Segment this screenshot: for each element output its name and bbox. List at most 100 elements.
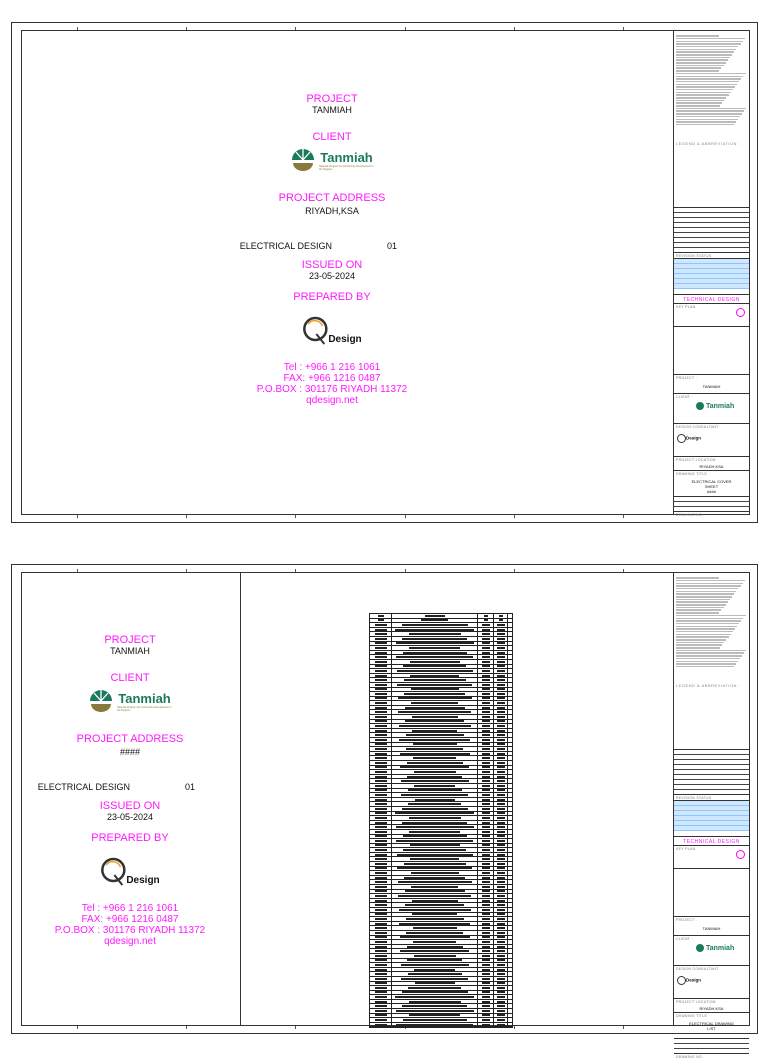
grid-tick [623,1026,624,1029]
note-line [676,115,740,118]
note-line [676,582,743,585]
tb-drawing-title: ELECTRICAL COVER SHEET [691,479,732,489]
contact-pobox: P.O.BOX : 301176 RIYADH 11372 [256,384,408,395]
note-line [676,614,746,617]
note-line [676,585,741,587]
tb-consultant-logo: Design [677,976,701,985]
note-line [676,110,745,112]
grid-tick [405,569,406,572]
project-address: RIYADH,KSA [305,206,359,216]
note-line [676,70,720,72]
note-line [676,35,719,37]
issued-label: ISSUED ON [301,259,363,271]
note-line [676,663,736,665]
compass-icon [736,308,745,317]
cover-panel-divider [240,573,241,1025]
note-line [676,51,735,53]
note-line [676,64,724,67]
note-line [676,121,736,123]
drawing-frame: PROJECT TANMIAH CLIENT Tanmiah National P… [21,27,750,518]
notes-section: LEGEND & ABBREVIATION : [674,31,749,207]
note-line [676,102,723,104]
qdesign-logo-icon [303,316,328,345]
design-number: 01 [386,241,398,251]
grid-tick [295,27,296,30]
note-line [676,596,733,598]
cover-sheet: PROJECT TANMIAH CLIENT Tanmiah National P… [11,22,758,523]
client-logo-text: Tanmiah [320,149,373,165]
tb-location-label: PROJECT LOCATION [676,1000,716,1004]
note-line [676,67,722,69]
tb-project: TANMIAH [702,384,721,389]
grid-tick [623,27,624,30]
note-line [676,83,738,86]
client-logo-text: Tanmiah [118,690,171,706]
note-line [676,665,734,668]
client-section: CLIENT : Tanmiah [674,935,749,965]
tb-consultant-logo-text: Design [686,977,702,983]
legend-label: LEGEND & ABBREVIATION : [676,683,741,688]
grid-tick [295,569,296,572]
note-line [676,649,747,652]
tb-consultant-logo-text: Design [686,435,702,441]
key-plan: KEY PLAN [674,845,749,868]
location-section: PROJECT LOCATION RIYADH,KSA [674,998,749,1012]
note-line [676,622,740,625]
drawing-frame: PROJECT TANMIAH CLIENT Tanmiah National P… [21,569,750,1059]
consultant-logo: Design [100,857,160,887]
note-line [676,91,731,94]
client-section: CLIENT : Tanmiah [674,393,749,423]
grid-tick [295,1026,296,1029]
tanmiah-emblem-icon [292,149,314,171]
note-line [676,56,730,59]
drawing-no-section: DRAWING NO. [674,1053,749,1059]
tb-drawing-title-label: DRAWING TITLE [676,1014,708,1018]
tb-drawing-no-label: DRAWING NO. [676,1055,704,1059]
address-label: PROJECT ADDRESS [278,192,386,204]
drawing-title-section: DRAWING TITLE ELECTRICAL COVER SHEET #### [674,470,749,496]
note-line [676,612,720,614]
note-line [676,577,719,579]
project-address: #### [119,747,141,757]
note-line [676,630,733,633]
consultant-logo: Design [302,316,362,346]
note-line [676,660,738,662]
consultant-section: DESIGN CONSULTANT Design [674,423,749,456]
note-line [676,639,727,641]
note-line [676,123,734,126]
revision-table [674,258,749,294]
grid-tick [623,515,624,518]
contact-tel: Tel : +966 1 216 1061 [81,903,179,914]
notes-section: LEGEND & ABBREVIATION : [674,573,749,749]
tb-drawing-code: #### [707,489,716,494]
technical-design: TECHNICAL DESIGN [674,294,749,303]
note-line [676,37,745,40]
client-label: CLIENT [110,672,150,684]
issued-date: 23-05-2024 [308,271,356,281]
grid-tick [77,569,78,572]
project-section: PROJECT : TANMIAH [674,374,749,393]
consultant-logo-text: Design [328,333,362,345]
tb-project-label: PROJECT : [676,918,697,922]
client-logo-sub: National Program for Community Developme… [319,164,374,171]
note-line [676,118,738,120]
blank-area [674,326,749,374]
note-line [676,99,725,102]
note-line [676,593,735,595]
project-name: TANMIAH [110,646,150,656]
note-line [676,625,738,628]
note-line [676,72,746,75]
consultant-section: DESIGN CONSULTANT Design [674,965,749,998]
key-plan-label: KEY PLAN [676,847,696,851]
tb-project: TANMIAH [702,926,721,931]
tb-client-logo: Tanmiah [696,402,734,410]
tb-consultant-logo: Design [677,434,701,443]
note-line [676,45,739,48]
note-line [676,62,726,64]
prepared-label: PREPARED BY [293,291,371,303]
note-line [676,647,721,649]
tb-location: RIYADH,KSA [699,1006,724,1011]
consultant-logo-text: Design [126,874,160,886]
note-line [676,598,730,601]
title-block: LEGEND & ABBREVIATION : REVISION STATUS … [673,573,749,1059]
